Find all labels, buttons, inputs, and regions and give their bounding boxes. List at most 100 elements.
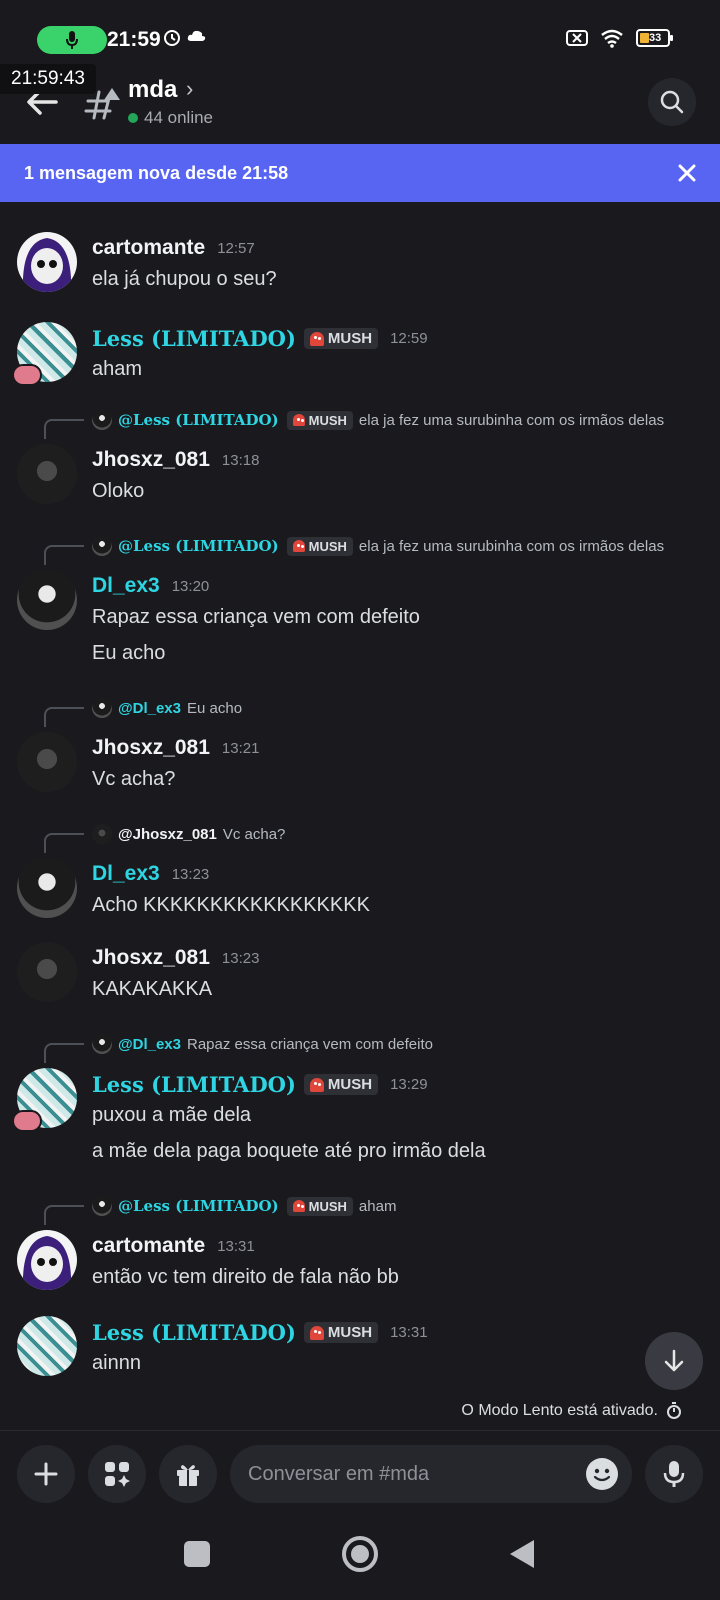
message-text: Rapaz essa criança vem com defeito [92,606,420,628]
guild-tag-badge[interactable]: MUSH [303,1074,379,1095]
avatar-decoration [12,364,42,386]
banner-text: 1 mensagem nova desde 21:58 [24,162,289,183]
system-nav-bar [0,1518,720,1600]
guild-tag-badge[interactable]: MUSH [303,328,379,349]
guild-tag-badge: MUSH [286,536,353,556]
guild-tag-badge: MUSH [286,410,353,430]
message-text: puxou a mãe dela [92,1104,252,1126]
back-triangle-icon[interactable] [508,1538,536,1570]
gift-button[interactable] [159,1445,217,1503]
message-author[interactable]: Dl_ex3 13:20 [92,574,209,598]
message-time: 13:29 [390,1076,428,1093]
emoji-icon[interactable] [586,1458,618,1490]
message-author[interactable]: cartomante 13:31 [92,1234,255,1258]
reply-preview[interactable]: @Dl_ex3 Rapaz essa criança vem com defei… [44,1032,433,1063]
reply-preview[interactable]: @Less (LIMITADO) MUSH ela ja fez uma sur… [44,408,664,439]
microphone-icon [66,31,78,49]
new-messages-banner[interactable]: 1 mensagem nova desde 21:58 [0,144,720,202]
avatar[interactable] [17,1316,77,1376]
message-text: Eu acho [92,642,166,664]
message-time: 13:23 [221,949,260,967]
message-text: então vc tem direito de fala não bb [92,1266,399,1288]
reply-preview[interactable]: @Less (LIMITADO) MUSH aham [44,1194,396,1225]
message-list[interactable]: cartomante 12:57 ela já chupou o seu? Les… [0,202,720,1392]
message-author[interactable]: Less (LIMITADO) MUSH 13:29 [92,1072,428,1097]
alarm-icon [164,30,180,46]
apps-button[interactable] [88,1445,146,1503]
message-text: ainnn [92,1352,141,1374]
apps-sparkle-icon [105,1462,130,1487]
avatar-art [22,238,72,292]
reply-avatar [92,1034,112,1054]
close-icon[interactable] [674,160,700,186]
message-author[interactable]: Jhosxz_081 13:21 [92,736,259,760]
stopwatch-icon [667,1402,681,1419]
online-dot-icon [128,113,138,123]
guild-tag-badge[interactable]: MUSH [303,1322,379,1343]
reply-avatar [92,698,112,718]
cloud-icon [187,30,206,41]
avatar[interactable] [17,570,77,630]
message-text: Acho KKKKKKKKKKKKKKKKK [92,894,370,916]
recents-square-icon[interactable] [183,1540,211,1568]
message-time: 13:20 [171,577,210,595]
message-author[interactable]: Less (LIMITADO) MUSH 13:31 [92,1320,428,1345]
message-time: 13:31 [217,1237,255,1255]
message-time: 13:21 [221,739,260,757]
avatar-art [22,1236,72,1290]
channel-header: mda › 44 online [0,64,720,144]
reply-preview[interactable]: @Less (LIMITADO) MUSH ela ja fez uma sur… [44,534,664,565]
avatar[interactable] [17,858,77,918]
reply-avatar [92,410,112,430]
arrow-down-icon [664,1349,684,1372]
overlay-timestamp: 21:59:43 [0,64,96,94]
attach-button[interactable] [17,1445,75,1503]
message-time: 12:59 [390,330,428,347]
mic-active-indicator [37,26,107,54]
gift-icon [177,1465,199,1486]
status-icons-left [162,27,208,47]
message-text: KAKAKAKKA [92,978,213,1000]
reply-preview[interactable]: @Jhosxz_081 Vc acha? [44,822,285,853]
search-icon [660,90,684,114]
plus-icon [34,1462,58,1486]
microphone-icon [663,1461,685,1487]
avatar[interactable] [17,444,77,504]
avatar[interactable] [17,732,77,792]
channel-name[interactable]: mda [128,76,177,104]
slow-mode-notice: O Modo Lento está ativado. [461,1402,682,1420]
message-time: 13:23 [171,865,210,883]
message-time: 13:31 [390,1324,428,1341]
search-button[interactable] [648,78,696,126]
message-text: ela já chupou o seu? [92,268,277,290]
message-text: a mãe dela paga boquete até pro irmão de… [92,1140,486,1162]
mushroom-icon [292,414,305,426]
message-author[interactable]: Jhosxz_081 13:18 [92,448,259,472]
mushroom-icon [292,1200,305,1212]
message-text: Vc acha? [92,768,176,790]
scroll-to-bottom-button[interactable] [645,1332,703,1390]
message-author[interactable]: Less (LIMITADO) MUSH 12:59 [92,326,428,351]
message-author[interactable]: cartomante 12:57 [92,236,255,260]
reply-preview[interactable]: @Dl_ex3 Eu acho [44,696,242,727]
online-count: 44 online [128,108,213,128]
avatar[interactable] [17,1230,77,1290]
no-sim-icon [566,30,588,46]
chevron-right-icon[interactable]: › [186,76,193,102]
message-input[interactable]: Conversar em #mda [230,1445,632,1503]
avatar[interactable] [17,942,77,1002]
mushroom-icon [309,331,324,346]
message-text: Oloko [92,480,145,502]
message-time: 13:18 [221,451,260,469]
home-circle-icon[interactable] [340,1534,380,1574]
voice-message-button[interactable] [645,1445,703,1503]
message-author[interactable]: Jhosxz_081 13:23 [92,946,259,970]
battery-icon: 33 [636,29,673,47]
reply-avatar [92,824,112,844]
mushroom-icon [309,1077,324,1092]
guild-tag-badge: MUSH [286,1196,353,1216]
message-author[interactable]: Dl_ex3 13:23 [92,862,209,886]
avatar[interactable] [17,232,77,292]
reply-avatar [92,1196,112,1216]
mushroom-icon [292,540,305,552]
